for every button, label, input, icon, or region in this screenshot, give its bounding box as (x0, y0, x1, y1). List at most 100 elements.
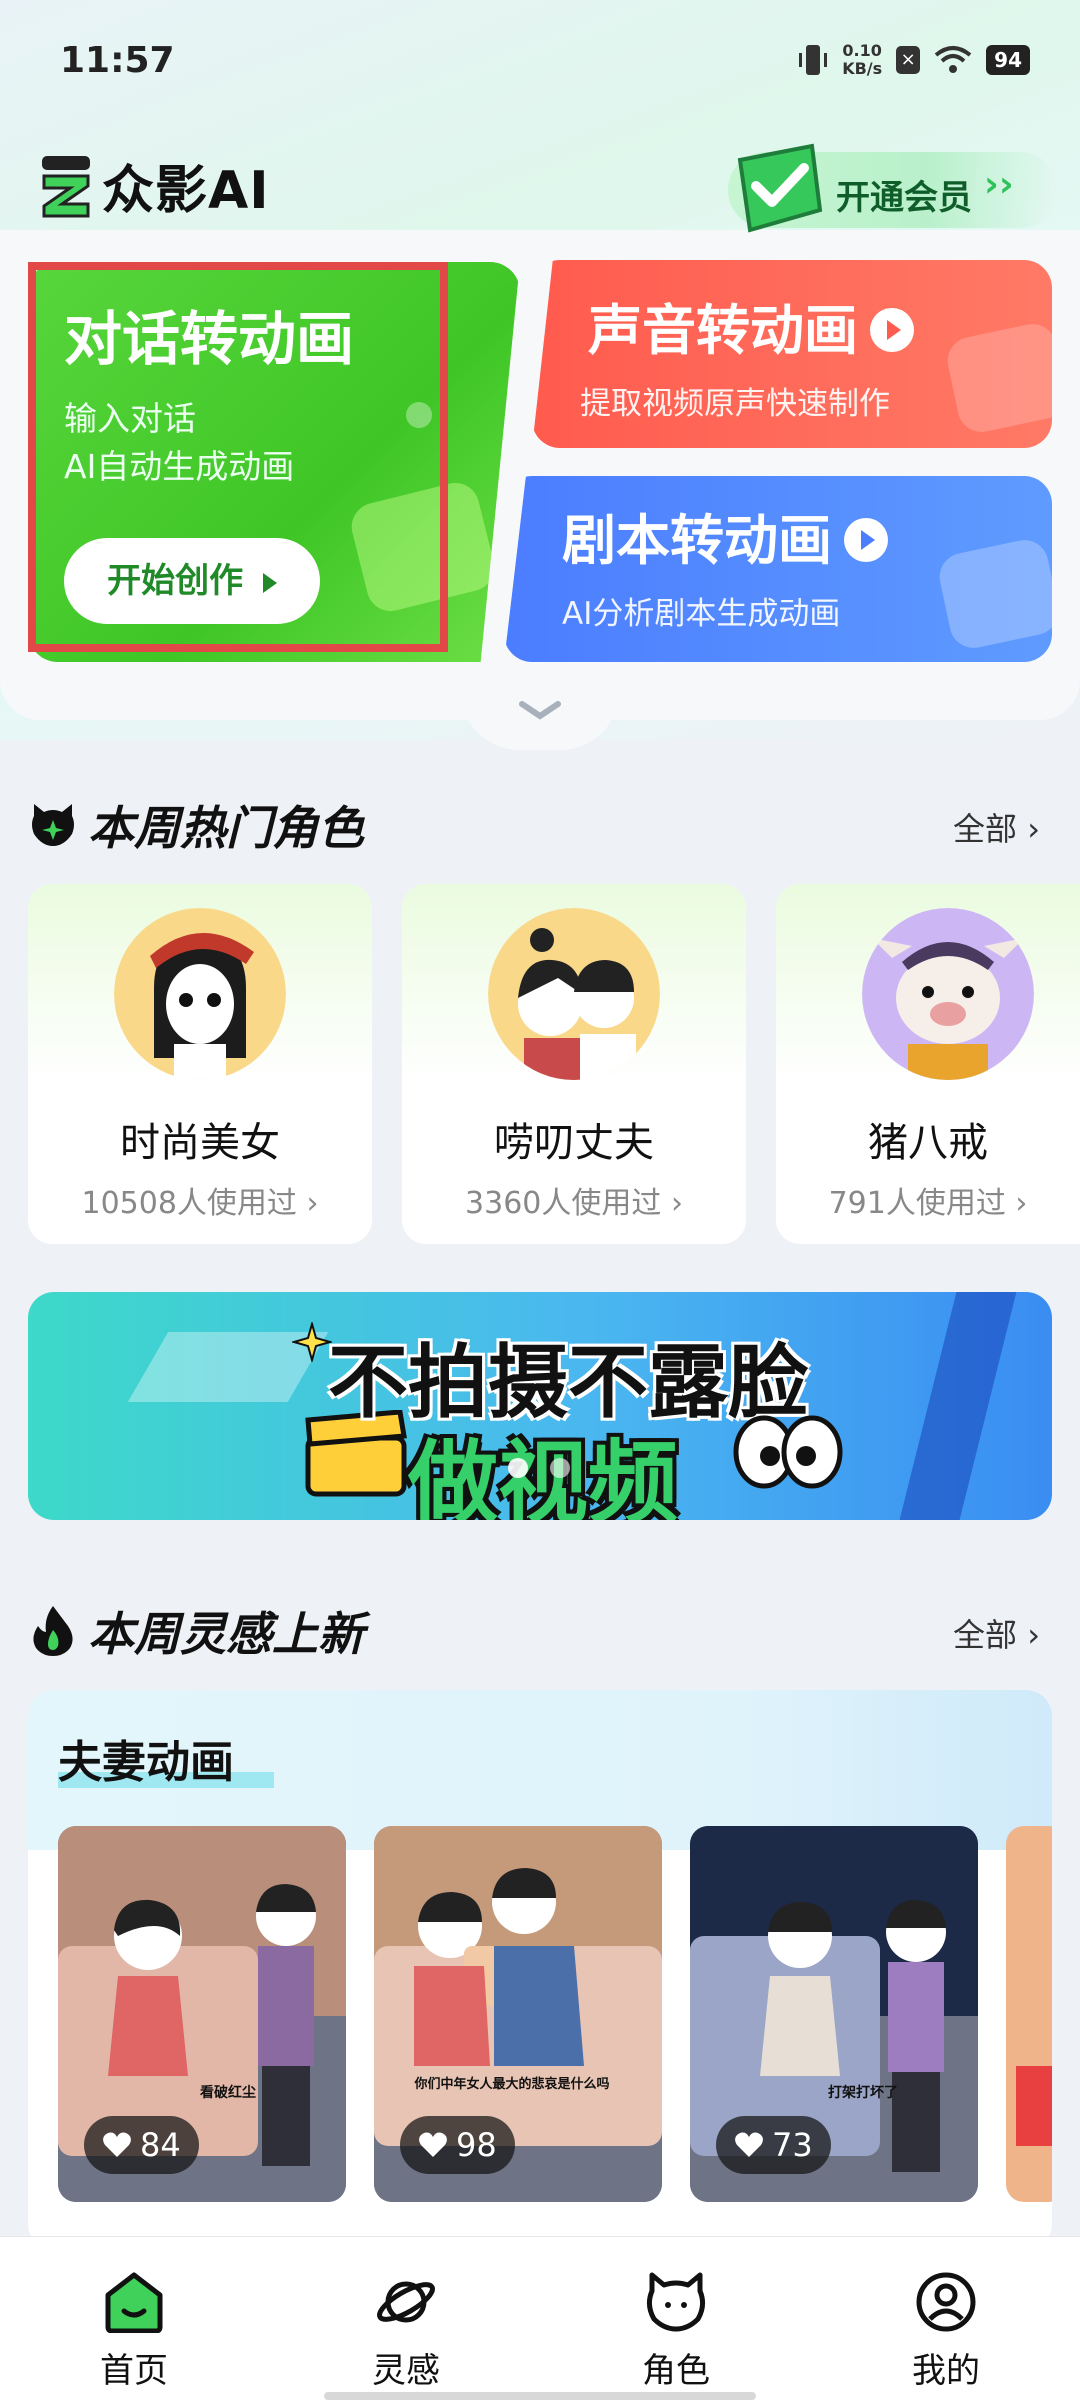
voice-card-title: 声音转动画 (588, 299, 858, 362)
home-indicator (324, 2392, 756, 2400)
couple-animation-card: 夫妻动画 看破红尘 84 你们中年女人最大的悲哀是什么吗 98 打架打坏了 73 (28, 1690, 1052, 2250)
chevron-right-icon: › (1015, 1186, 1028, 1221)
chevron-right-icon: ›› (984, 164, 1014, 205)
character-card-nagging-husband[interactable]: 唠叨丈夫 3360人使用过 › (402, 884, 746, 1244)
nav-mine[interactable]: 我的 (866, 2271, 1026, 2392)
character-card-fashion-girl[interactable]: 时尚美女 10508人使用过 › (28, 884, 372, 1244)
vip-check-icon (737, 143, 823, 233)
user-profile-icon (916, 2272, 976, 2332)
app-logo: 众影AI (38, 148, 270, 223)
collapse-handle[interactable] (460, 690, 620, 750)
vip-button[interactable]: 开通会员 ›› (728, 143, 1058, 233)
eyes-icon (733, 1415, 843, 1489)
hot-characters-header: 本周热门角色 (28, 792, 364, 858)
no-sim-icon: × (896, 46, 921, 74)
nav-inspiration-label: 灵感 (372, 2351, 440, 2391)
decor-stripe (899, 1292, 1017, 1520)
like-count: 98 (456, 2126, 497, 2164)
carousel-dot[interactable] (550, 1458, 570, 1478)
nav-home[interactable]: 首页 (54, 2271, 214, 2392)
chevron-right-icon: › (1027, 810, 1040, 848)
dialogue-card-line1: 输入对话 (64, 399, 196, 438)
voice-card-subtitle: 提取视频原声快速制作 (580, 386, 890, 422)
doc-bubble-icon (935, 535, 1052, 653)
status-icons: 0.10 KB/s × 94 (798, 42, 1030, 78)
vip-label: 开通会员 (836, 178, 972, 218)
usage-count: 10508人使用过 (81, 1186, 297, 1221)
speed-unit: KB/s (842, 59, 883, 78)
video-scene (1016, 2066, 1052, 2146)
video-subtitle: 看破红尘 (200, 2085, 256, 2101)
battery-level: 94 (986, 45, 1030, 75)
character-card-zhu-bajie[interactable]: 猪八戒 791人使用过 › (776, 884, 1080, 1244)
like-count: 84 (140, 2126, 181, 2164)
avatar (862, 908, 1034, 1080)
nav-inspiration[interactable]: 灵感 (326, 2271, 486, 2392)
start-create-label: 开始创作 (107, 561, 244, 601)
category-title: 夫妻动画 (58, 1737, 234, 1788)
like-count: 73 (772, 2126, 813, 2164)
character-name: 时尚美女 (120, 1120, 280, 1166)
app-name: 众影AI (102, 161, 270, 221)
script-card-title: 剧本转动画 (562, 509, 832, 572)
inspiration-more[interactable]: 全部 › (953, 1610, 1040, 1656)
sparkle-icon (292, 1322, 332, 1362)
avatar (114, 908, 286, 1080)
video-thumbnail[interactable]: 打架打坏了 73 (690, 1826, 978, 2202)
usage-count: 3360人使用过 (465, 1186, 662, 1221)
banner-line2: 做视频 (408, 1431, 678, 1520)
status-time: 11:57 (60, 40, 175, 81)
like-count-badge: 73 (716, 2116, 831, 2174)
avatar (488, 908, 660, 1080)
bottom-nav: 首页 灵感 角色 我的 (0, 2236, 1080, 2408)
dialogue-to-animation-card[interactable]: 对话转动画 输入对话 AI自动生成动画 开始创作 (28, 262, 520, 662)
chat-bubble-icon (346, 477, 500, 617)
inspiration-header: 本周灵感上新 (28, 1598, 364, 1664)
more-label: 全部 (953, 1616, 1018, 1654)
decor-dot (406, 402, 432, 428)
carousel-dot-active[interactable] (508, 1458, 528, 1478)
script-card-subtitle: AI分析剧本生成动画 (562, 596, 841, 632)
more-label: 全部 (953, 810, 1018, 848)
nav-role-label: 角色 (642, 2351, 710, 2391)
video-thumbnail[interactable]: 看破红尘 84 (58, 1826, 346, 2202)
planet-icon (377, 2281, 435, 2323)
dialogue-card-line2: AI自动生成动画 (64, 447, 295, 486)
inspiration-title: 本周灵感上新 (88, 1607, 364, 1661)
character-name: 猪八戒 (868, 1120, 988, 1166)
speed-value: 0.10 (842, 41, 882, 60)
promo-banner[interactable]: 不拍摄不露脸 做视频 (28, 1292, 1052, 1520)
voice-to-animation-card[interactable]: 声音转动画 提取视频原声快速制作 (532, 260, 1052, 448)
usage-count: 791人使用过 (828, 1186, 1006, 1221)
hot-characters-title: 本周热门角色 (88, 801, 364, 855)
video-thumbnail[interactable] (1006, 1826, 1052, 2202)
character-usage: 3360人使用过 › (402, 1178, 746, 1222)
chevron-right-icon: › (1027, 1616, 1040, 1654)
play-icon (844, 518, 888, 563)
nav-mine-label: 我的 (912, 2351, 980, 2391)
play-icon (870, 308, 914, 353)
hot-characters-more[interactable]: 全部 › (953, 804, 1040, 850)
chevron-down-icon (519, 701, 561, 720)
character-usage: 791人使用过 › (776, 1178, 1080, 1222)
start-create-button[interactable]: 开始创作 (64, 538, 320, 624)
video-thumbnail[interactable]: 你们中年女人最大的悲哀是什么吗 98 (374, 1826, 662, 2202)
character-name: 唠叨丈夫 (494, 1120, 654, 1166)
nav-home-label: 首页 (100, 2351, 168, 2391)
play-triangle-icon (262, 572, 277, 593)
chevron-right-icon: › (306, 1186, 319, 1221)
network-speed: 0.10 KB/s (842, 42, 882, 78)
like-count-badge: 84 (84, 2116, 199, 2174)
chevron-right-icon: › (670, 1186, 683, 1221)
script-to-animation-card[interactable]: 剧本转动画 AI分析剧本生成动画 (504, 476, 1052, 662)
nav-role[interactable]: 角色 (596, 2271, 756, 2392)
character-usage: 10508人使用过 › (28, 1178, 372, 1222)
video-subtitle: 你们中年女人最大的悲哀是什么吗 (414, 2077, 610, 2092)
audio-bubble-icon (943, 319, 1052, 437)
dialogue-card-title: 对话转动画 (64, 305, 355, 373)
home-icon (105, 2272, 163, 2334)
vibrate-icon (799, 45, 828, 75)
logo-mark-icon (42, 155, 90, 217)
video-subtitle: 打架打坏了 (828, 2085, 898, 2101)
like-count-badge: 98 (400, 2116, 515, 2174)
